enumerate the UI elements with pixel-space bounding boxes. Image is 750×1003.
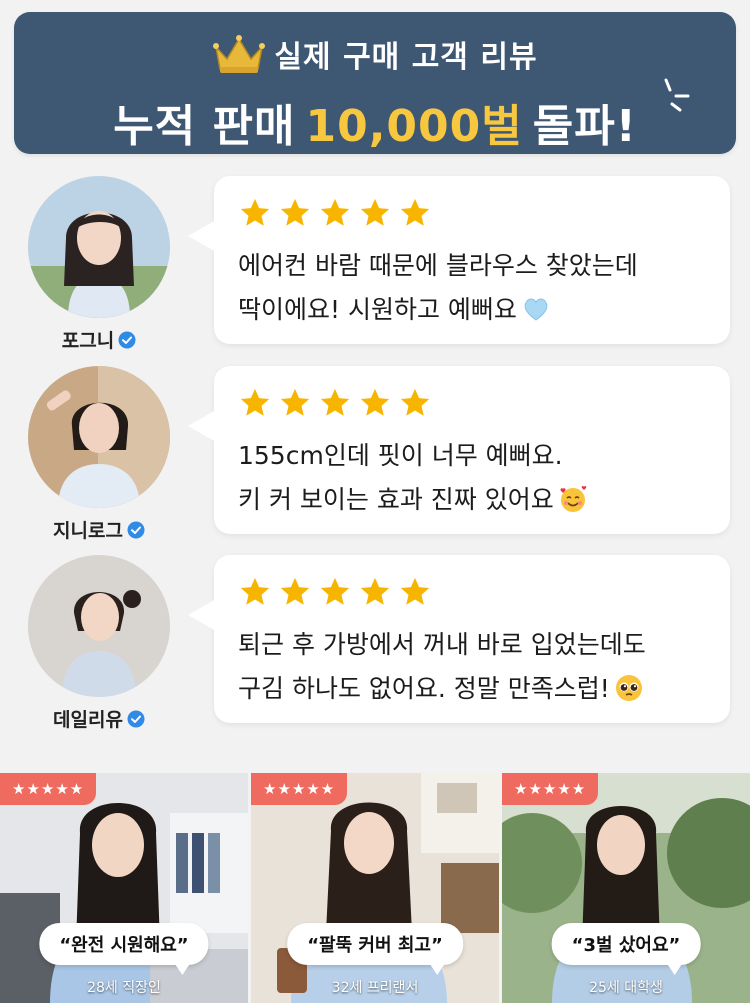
review-line-last: 구김 하나도 없어요. 정말 만족스럽! — [238, 667, 718, 711]
banner-subtitle-row: 실제 구매 고객 리뷰 — [14, 32, 736, 76]
star-icon — [400, 577, 430, 605]
star-icon — [280, 388, 310, 416]
banner-subtitle: 실제 구매 고객 리뷰 — [274, 40, 538, 75]
avatar — [28, 555, 170, 697]
star-icon — [320, 198, 350, 226]
rating-badge: ★★★★★ — [251, 773, 348, 805]
headline-accent: 10,000벌 — [305, 101, 523, 152]
photo-review-strip: ★★★★★ “완전 시원해요” 28세 직장인 ★★★★★ “팔뚝 커버 최고” — [0, 773, 750, 1003]
quote-bubble: “팔뚝 커버 최고” — [287, 923, 463, 975]
reviewer-profile: 지니로그 — [28, 366, 170, 543]
reviewer-name-row: 지니로그 — [53, 516, 145, 543]
star-icon — [320, 577, 350, 605]
reviewer-profile: 포그니 — [28, 176, 170, 353]
review-line: 에어컨 바람 때문에 블라우스 찾았는데 — [238, 251, 638, 280]
crown-icon — [213, 35, 266, 73]
review-bubble: 퇴근 후 가방에서 꺼내 바로 입었는데도 구김 하나도 없어요. 정말 만족스… — [188, 555, 730, 723]
star-rating — [238, 196, 432, 230]
review-line: 155cm인데 핏이 너무 예뻐요. — [238, 441, 563, 470]
quote-text: “3벌 샀어요” — [571, 935, 681, 956]
review-card: 포그니 에어컨 바람 때문에 블라우스 찾았는데 딱이에요! 시원하고 예뻐요 — [0, 176, 750, 352]
star-icon — [240, 388, 270, 416]
quote-tail — [666, 963, 683, 975]
banner-headline: 누적 판매 10,000벌 돌파! — [14, 90, 736, 154]
verified-icon — [127, 710, 145, 727]
review-line-last: 키 커 보이는 효과 진짜 있어요 — [238, 478, 718, 522]
avatar — [28, 366, 170, 508]
review-line-last: 딱이에요! 시원하고 예뻐요 — [238, 288, 718, 332]
pleading-face-icon — [615, 675, 642, 701]
review-line: 퇴근 후 가방에서 꺼내 바로 입었는데도 — [238, 630, 646, 659]
photo-review-card[interactable]: ★★★★★ “완전 시원해요” 28세 직장인 — [0, 773, 248, 1003]
rating-badge: ★★★★★ — [502, 773, 599, 805]
rating-badge: ★★★★★ — [0, 773, 97, 805]
star-icon — [400, 198, 430, 226]
verified-icon — [118, 331, 136, 348]
review-card: 데일리유 퇴근 후 가방에서 꺼내 바로 입었는데도 구김 하나도 없어요. 정… — [0, 555, 750, 731]
reviewer-name: 데일리유 — [53, 709, 123, 731]
star-icon — [280, 198, 310, 226]
quote-tail — [428, 963, 445, 975]
reviewer-caption: 32세 프리랜서 — [331, 980, 419, 996]
review-line: 키 커 보이는 효과 진짜 있어요 — [238, 485, 554, 514]
avatar — [28, 176, 170, 318]
quote-text: “완전 시원해요” — [59, 935, 189, 956]
star-icon — [400, 388, 430, 416]
star-icon — [360, 577, 390, 605]
star-rating — [238, 575, 432, 609]
star-icon — [360, 198, 390, 226]
star-rating — [238, 386, 432, 420]
review-bubble: 에어컨 바람 때문에 블라우스 찾았는데 딱이에요! 시원하고 예뻐요 — [188, 176, 730, 344]
header-banner: 실제 구매 고객 리뷰 누적 판매 10,000벌 돌파! — [14, 12, 736, 154]
reviewer-profile: 데일리유 — [28, 555, 170, 732]
star-icon — [320, 388, 350, 416]
star-icon — [240, 577, 270, 605]
star-icon — [240, 198, 270, 226]
verified-icon — [127, 521, 145, 538]
review-line: 구김 하나도 없어요. 정말 만족스럽! — [238, 674, 610, 703]
reviewer-name-row: 포그니 — [62, 326, 136, 353]
review-card: 지니로그 155cm인데 핏이 너무 예뻐요. 키 커 보이는 효과 진짜 있어… — [0, 366, 750, 542]
bubble-tail — [188, 410, 216, 442]
light-blue-heart-icon — [524, 298, 548, 321]
review-bubble: 155cm인데 핏이 너무 예뻐요. 키 커 보이는 효과 진짜 있어요 — [188, 366, 730, 534]
bubble-tail — [188, 220, 216, 252]
quote-tail — [174, 963, 191, 975]
review-text: 155cm인데 핏이 너무 예뻐요. 키 커 보이는 효과 진짜 있어요 — [238, 434, 718, 522]
review-line: 딱이에요! 시원하고 예뻐요 — [238, 295, 517, 324]
star-icon — [280, 577, 310, 605]
reviewer-name: 지니로그 — [53, 520, 123, 542]
quote-bubble: “3벌 샀어요” — [551, 923, 701, 975]
quote-text: “팔뚝 커버 최고” — [307, 935, 443, 956]
headline-suffix: 돌파! — [532, 101, 637, 152]
review-text: 퇴근 후 가방에서 꺼내 바로 입었는데도 구김 하나도 없어요. 정말 만족스… — [238, 623, 718, 711]
reviewer-name: 포그니 — [61, 330, 115, 352]
reviewer-name-row: 데일리유 — [53, 705, 145, 732]
review-text: 에어컨 바람 때문에 블라우스 찾았는데 딱이에요! 시원하고 예뻐요 — [238, 244, 718, 332]
star-icon — [360, 388, 390, 416]
reviewer-caption: 28세 직장인 — [87, 980, 161, 996]
photo-review-card[interactable]: ★★★★★ “팔뚝 커버 최고” 32세 프리랜서 — [251, 773, 499, 1003]
sparkle-icon — [664, 78, 690, 112]
smiling-face-with-hearts-icon — [560, 486, 587, 512]
headline-prefix: 누적 판매 — [113, 101, 296, 152]
cafe-photo — [251, 773, 499, 1003]
quote-bubble: “완전 시원해요” — [39, 923, 209, 975]
review-page: 실제 구매 고객 리뷰 누적 판매 10,000벌 돌파! 포그니 에어컨 바람… — [0, 0, 750, 1003]
reviewer-caption: 25세 대학생 — [589, 980, 663, 996]
bubble-tail — [188, 599, 216, 631]
park-photo — [502, 773, 750, 1003]
photo-review-card[interactable]: ★★★★★ “3벌 샀어요” 25세 대학생 — [502, 773, 750, 1003]
office-photo — [0, 773, 248, 1003]
